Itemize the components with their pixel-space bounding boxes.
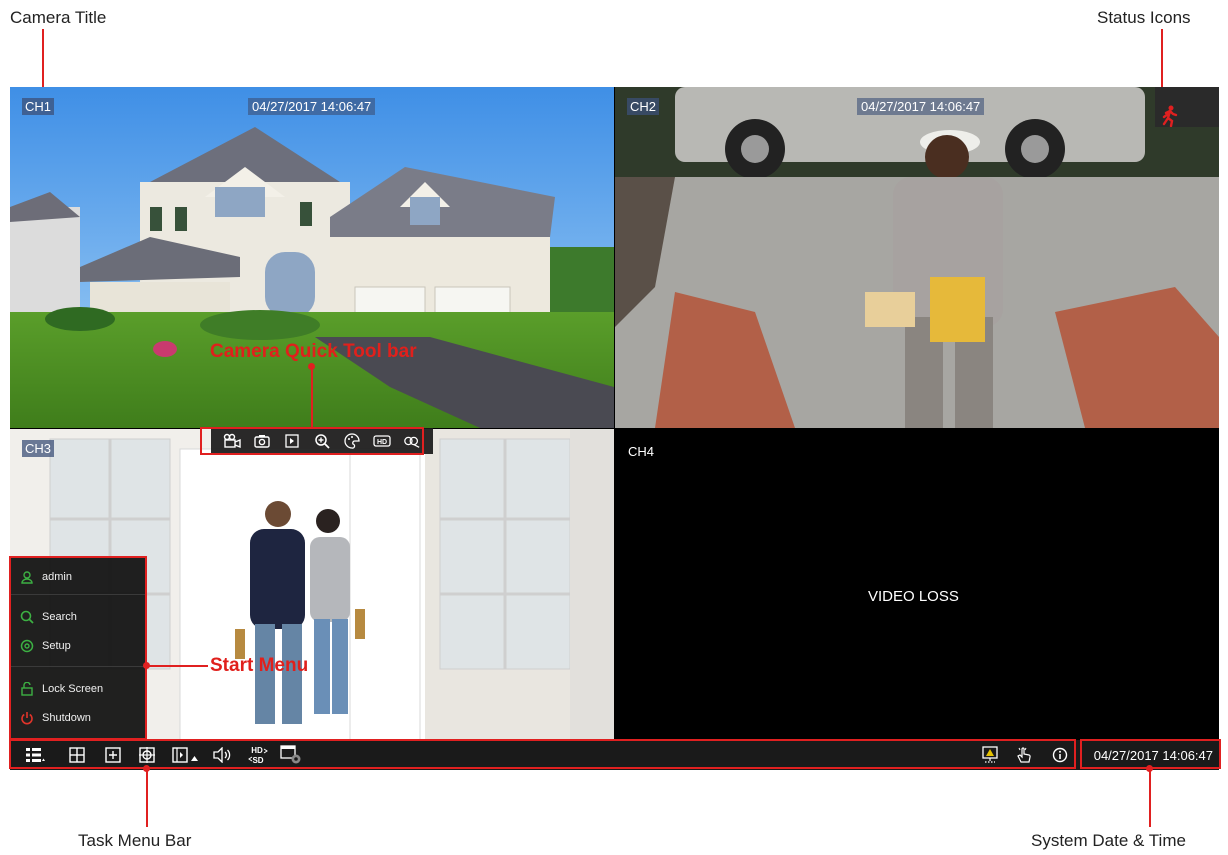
video-loss-message: VIDEO LOSS <box>868 588 959 605</box>
camera-ch4[interactable]: CH4 VIDEO LOSS <box>615 429 1219 740</box>
start-menu-callout-dot <box>143 662 150 669</box>
camera-title-callout: Camera Title <box>10 8 107 27</box>
camera-title: CH4 <box>628 444 655 459</box>
quick-toolbar-highlight <box>200 427 424 455</box>
system-date-time-callout: System Date & Time <box>1031 831 1186 850</box>
status-icons-callout: Status Icons <box>1097 8 1191 27</box>
camera-title: CH2 <box>627 98 660 115</box>
task-menu-bar-highlight <box>9 739 1076 769</box>
motion-status-icon <box>1162 105 1178 127</box>
quick-toolbar-callout-dot <box>308 363 315 370</box>
camera-title-callout-line <box>42 29 44 95</box>
start-menu-highlight <box>9 556 147 740</box>
task-menu-bar-callout: Task Menu Bar <box>78 831 192 850</box>
camera-title: CH1 <box>22 98 55 115</box>
dvr-screen: CH1 04/27/2017 14:06:47 CH2 04/27/2017 1… <box>10 87 1219 770</box>
system-time-callout-line <box>1149 769 1151 827</box>
ch2-scene <box>615 87 1219 428</box>
camera-quick-tool-bar-callout: Camera Quick Tool bar <box>210 341 417 362</box>
task-menu-bar-callout-line <box>146 769 148 827</box>
camera-title: CH3 <box>22 440 55 457</box>
camera-ch2[interactable]: CH2 04/27/2017 14:06:47 <box>615 87 1219 428</box>
start-menu-callout-line <box>146 665 208 667</box>
start-menu-callout: Start Menu <box>210 655 309 676</box>
camera-timestamp: 04/27/2017 14:06:47 <box>857 98 985 115</box>
quick-toolbar-callout-line <box>311 366 313 428</box>
camera-timestamp: 04/27/2017 14:06:47 <box>248 98 376 115</box>
